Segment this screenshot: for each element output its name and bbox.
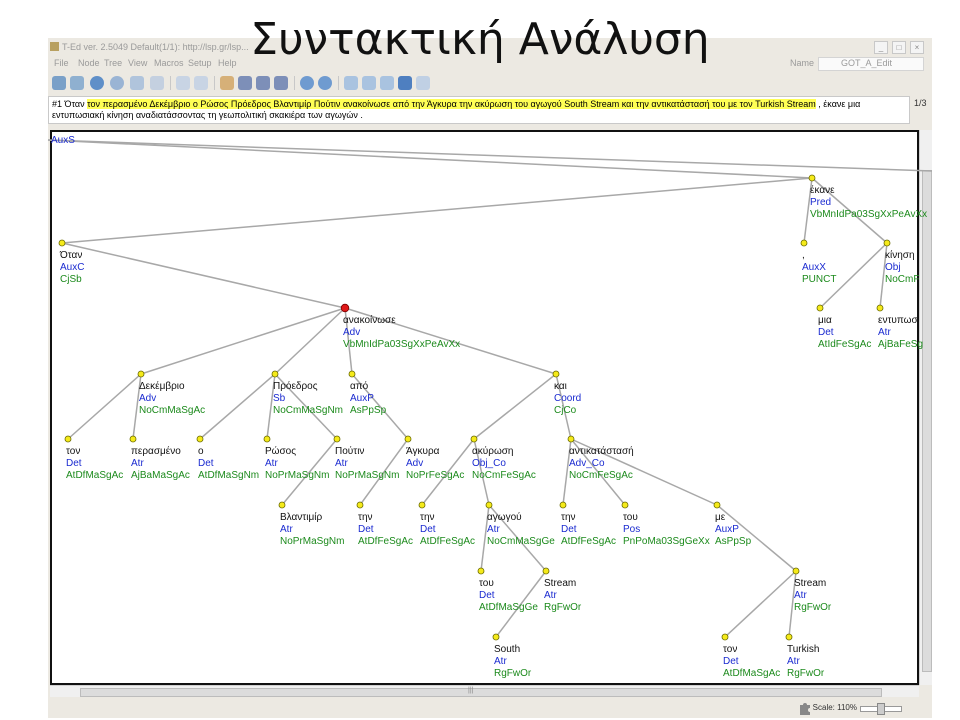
- sentence-panel[interactable]: #1 Όταν τον περασμένο Δεκέμβριο ο Ρώσος …: [48, 96, 910, 124]
- horizontal-scrollbar[interactable]: |||: [50, 685, 919, 697]
- status-bar: Scale: 110%: [48, 699, 932, 718]
- open-icon[interactable]: [52, 76, 66, 90]
- toolbar-separator: [170, 76, 171, 90]
- tree-panel[interactable]: [50, 130, 919, 685]
- sentence-counter: 1/3: [914, 98, 927, 108]
- settings-icon[interactable]: [150, 76, 164, 90]
- zoom-fit-icon[interactable]: [274, 76, 288, 90]
- toolbar-separator: [294, 76, 295, 90]
- forward-icon[interactable]: [110, 76, 124, 90]
- toolbar-separator: [214, 76, 215, 90]
- sentence-highlight: τον περασμένο Δεκέμβριο ο Ρώσος Πρόεδρος…: [87, 99, 816, 109]
- view-split-icon[interactable]: [380, 76, 394, 90]
- zoom-in-icon[interactable]: [238, 76, 252, 90]
- next-tree-icon[interactable]: [318, 76, 332, 90]
- search-icon[interactable]: [220, 76, 234, 90]
- slide-title: Συντακτική Ανάλυση: [250, 14, 710, 65]
- toolbar-separator: [338, 76, 339, 90]
- scroll-grip-icon: |||: [468, 687, 474, 694]
- horizontal-scroll-thumb[interactable]: [80, 688, 882, 697]
- print-icon[interactable]: [130, 76, 144, 90]
- toolbar: [48, 72, 932, 94]
- sentence-segment: #1 Όταν: [52, 99, 88, 109]
- view-tree-icon[interactable]: [344, 76, 358, 90]
- view-text-icon[interactable]: [362, 76, 376, 90]
- redo-icon[interactable]: [194, 76, 208, 90]
- vertical-scroll-thumb[interactable]: [922, 170, 932, 672]
- undo-icon[interactable]: [176, 76, 190, 90]
- save-icon[interactable]: [70, 76, 84, 90]
- dropdown-icon[interactable]: [416, 76, 430, 90]
- scale-label: Scale: 110%: [812, 703, 857, 712]
- zoom-slider-knob[interactable]: [877, 703, 885, 715]
- sync-icon[interactable]: [398, 76, 412, 90]
- puzzle-icon: [800, 703, 810, 715]
- prev-tree-icon[interactable]: [300, 76, 314, 90]
- zoom-slider[interactable]: [860, 703, 902, 715]
- zoom-out-icon[interactable]: [256, 76, 270, 90]
- back-icon[interactable]: [90, 76, 104, 90]
- vertical-scrollbar[interactable]: [919, 130, 932, 685]
